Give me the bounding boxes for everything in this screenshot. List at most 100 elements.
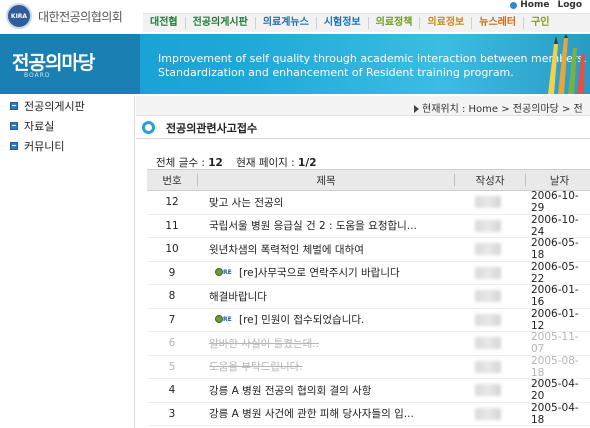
ring-bullet-icon	[142, 121, 155, 134]
post-title-link[interactable]: 도움을 부탁드립니다.	[209, 361, 303, 373]
post-writer	[453, 266, 523, 279]
post-title-link[interactable]: [re]사무국으로 연락주시기 바랍니다	[239, 267, 400, 279]
post-date: 2006-01-12	[531, 307, 579, 332]
sidebar-item-label: 커뮤니티	[24, 140, 65, 153]
sidebar-item-label: 자료실	[24, 120, 55, 133]
post-title-cell: 윗년차샘의 폭력적인 체벌에 대하여	[197, 242, 453, 257]
post-title-cell: 강릉 A 병원 전공의 협의회 결의 사항	[197, 383, 453, 398]
post-writer	[453, 196, 523, 209]
reply-label: RE	[223, 269, 232, 277]
post-title-cell: 맞고 사는 전공의	[197, 195, 453, 210]
sidebar-item-resident-board[interactable]: 전공의게시판	[0, 96, 134, 116]
table-row[interactable]: 11 국립서울 병원 응급실 건 2 : 도움을 요청합니... 2006-10-2…	[147, 214, 590, 238]
redacted-writer	[475, 266, 501, 279]
column-header-date: 날자	[549, 174, 570, 187]
post-date: 2005-11-07	[531, 331, 579, 356]
board-summary: 전체 글수 : 12 현재 페이지 : 1/2	[156, 155, 317, 170]
bullet-square-icon	[10, 122, 18, 130]
sidebar-item-archive[interactable]: 자료실	[0, 116, 134, 136]
redacted-writer	[475, 196, 501, 209]
post-title-link[interactable]: 강릉 A 병원 사건에 관한 피해 당사자들의 입...	[209, 408, 414, 420]
table-row[interactable]: 9 RE [re]사무국으로 연락주시기 바랍니다 2006-05-22	[147, 261, 590, 285]
breadcrumb-text: 현재위치 : Home > 전공의마당 > 전	[422, 104, 583, 115]
gnb-item[interactable]: 의료계뉴스	[256, 17, 317, 29]
table-row[interactable]: 7 RE [re] 민원이 접수되었습니다. 2006-01-12	[147, 307, 590, 332]
post-title-link[interactable]: 윗년차샘의 폭력적인 체벌에 대하여	[209, 244, 364, 256]
post-number: 12	[165, 196, 179, 209]
banner-slogan-line2: Standardization and enhancement of Resid…	[158, 66, 514, 79]
gnb-item[interactable]: 시험정보	[317, 17, 369, 29]
redacted-writer	[475, 313, 501, 326]
post-title-link[interactable]: 국립서울 병원 응급실 건 2 : 도움을 요청합니...	[209, 220, 417, 232]
post-title-link[interactable]: 알바한 사실이 틀켰는데..	[209, 338, 319, 350]
table-row[interactable]: 4 강릉 A 병원 전공의 협의회 결의 사항 2005-04-20	[147, 378, 590, 403]
post-title-link[interactable]: 맞고 사는 전공의	[209, 197, 283, 209]
post-date: 2006-01-16	[531, 284, 579, 309]
logo-emblem: KIRA	[6, 3, 32, 29]
sidebar-item-community[interactable]: 커뮤니티	[0, 136, 134, 156]
logout-link[interactable]: Logo	[557, 0, 582, 10]
post-number: 9	[168, 266, 176, 279]
banner-slogan-line1: Improvement of self quality through acad…	[158, 52, 587, 65]
post-number: 11	[165, 219, 179, 232]
post-number: 10	[165, 243, 179, 256]
board-header: 전공의관련사고접수	[136, 117, 590, 139]
post-number: 3	[168, 407, 176, 420]
post-title-cell: 강릉 A 병원 사건에 관한 피해 당사자들의 입...	[197, 406, 453, 421]
site-logo[interactable]: KIRA 대한전공의협의회	[6, 3, 123, 29]
gnb-item[interactable]: 구인	[524, 17, 556, 29]
post-writer	[453, 407, 523, 420]
post-writer	[453, 313, 523, 326]
table-row[interactable]: 8 해결바랍니다 2006-01-16	[147, 284, 590, 309]
post-number: 6	[168, 337, 176, 350]
post-number: 5	[168, 360, 176, 373]
reply-label: RE	[223, 316, 232, 324]
gnb-item[interactable]: 대전협	[143, 17, 186, 29]
redacted-writer	[475, 360, 501, 373]
reply-icon: RE	[215, 315, 233, 325]
table-row[interactable]: 5 도움을 부탁드립니다. 2005-08-18	[147, 355, 590, 379]
redacted-writer	[475, 290, 501, 303]
table-row[interactable]: 6 알바한 사실이 틀켰는데.. 2005-11-07	[147, 331, 590, 356]
bullet-square-icon	[10, 102, 18, 110]
gnb-item[interactable]: 의료정책	[369, 17, 421, 29]
post-title-cell: RE [re]사무국으로 연락주시기 바랍니다	[197, 265, 453, 280]
table-header: 번호 제목 작성자 날자	[147, 169, 590, 191]
post-title-cell: 해결바랍니다	[197, 289, 453, 304]
current-page-label: 현재 페이지 :	[236, 157, 299, 169]
post-writer	[453, 360, 523, 373]
post-title-link[interactable]: 해결바랍니다	[209, 291, 267, 303]
table-row[interactable]: 10 윗년차샘의 폭력적인 체벌에 대하여 2006-05-18	[147, 237, 590, 262]
reply-icon: RE	[215, 268, 233, 278]
post-title-link[interactable]: 강릉 A 병원 전공의 협의회 결의 사항	[209, 385, 371, 397]
table-row[interactable]: 12 맞고 사는 전공의 2006-10-29	[147, 190, 590, 215]
post-number: 7	[168, 313, 176, 326]
triangle-right-icon	[414, 105, 419, 113]
banner-title: 전공의마당	[12, 52, 95, 74]
banner-section-box: 전공의마당 BOARD	[0, 34, 140, 94]
redacted-writer	[475, 384, 501, 397]
post-number: 4	[168, 384, 176, 397]
gnb-item[interactable]: 전공의게시판	[186, 17, 256, 29]
post-date: 2006-05-18	[531, 237, 579, 262]
post-date: 2005-04-18	[531, 401, 579, 426]
top-bar: KIRA 대한전공의협의회 Home Logo 대전협 전공의게시판 의료계뉴스 시험…	[0, 0, 590, 34]
table-body: 12 맞고 사는 전공의 2006-10-29 11 국립서울 병원 응급실 건 2 :…	[147, 190, 590, 426]
left-sidebar: 전공의게시판 자료실 커뮤니티	[0, 96, 135, 428]
reply-bulb-icon	[215, 315, 223, 324]
post-writer	[453, 384, 523, 397]
post-title-link[interactable]: [re] 민원이 접수되었습니다.	[239, 314, 364, 326]
gnb-item[interactable]: 뉴스레터	[472, 17, 525, 29]
bullet-square-icon	[10, 142, 18, 150]
table-row[interactable]: 3 강릉 A 병원 사건에 관한 피해 당사자들의 입... 2005-04-18	[147, 401, 590, 426]
home-link[interactable]: Home	[520, 0, 549, 10]
column-header-writer: 작성자	[475, 174, 505, 187]
post-writer	[453, 243, 523, 256]
utility-links: Home Logo	[510, 0, 590, 10]
home-dot-icon	[510, 1, 518, 9]
global-nav: 대전협 전공의게시판 의료계뉴스 시험정보 의료정책 의료정보 뉴스레터 구인	[143, 13, 590, 32]
post-table: 번호 제목 작성자 날자 12 맞고 사는 전공의 2006-10-29 11 국립서울…	[147, 169, 590, 426]
column-header-num: 번호	[162, 174, 182, 187]
sidebar-item-label: 전공의게시판	[24, 100, 85, 113]
gnb-item[interactable]: 의료정보	[420, 17, 473, 29]
